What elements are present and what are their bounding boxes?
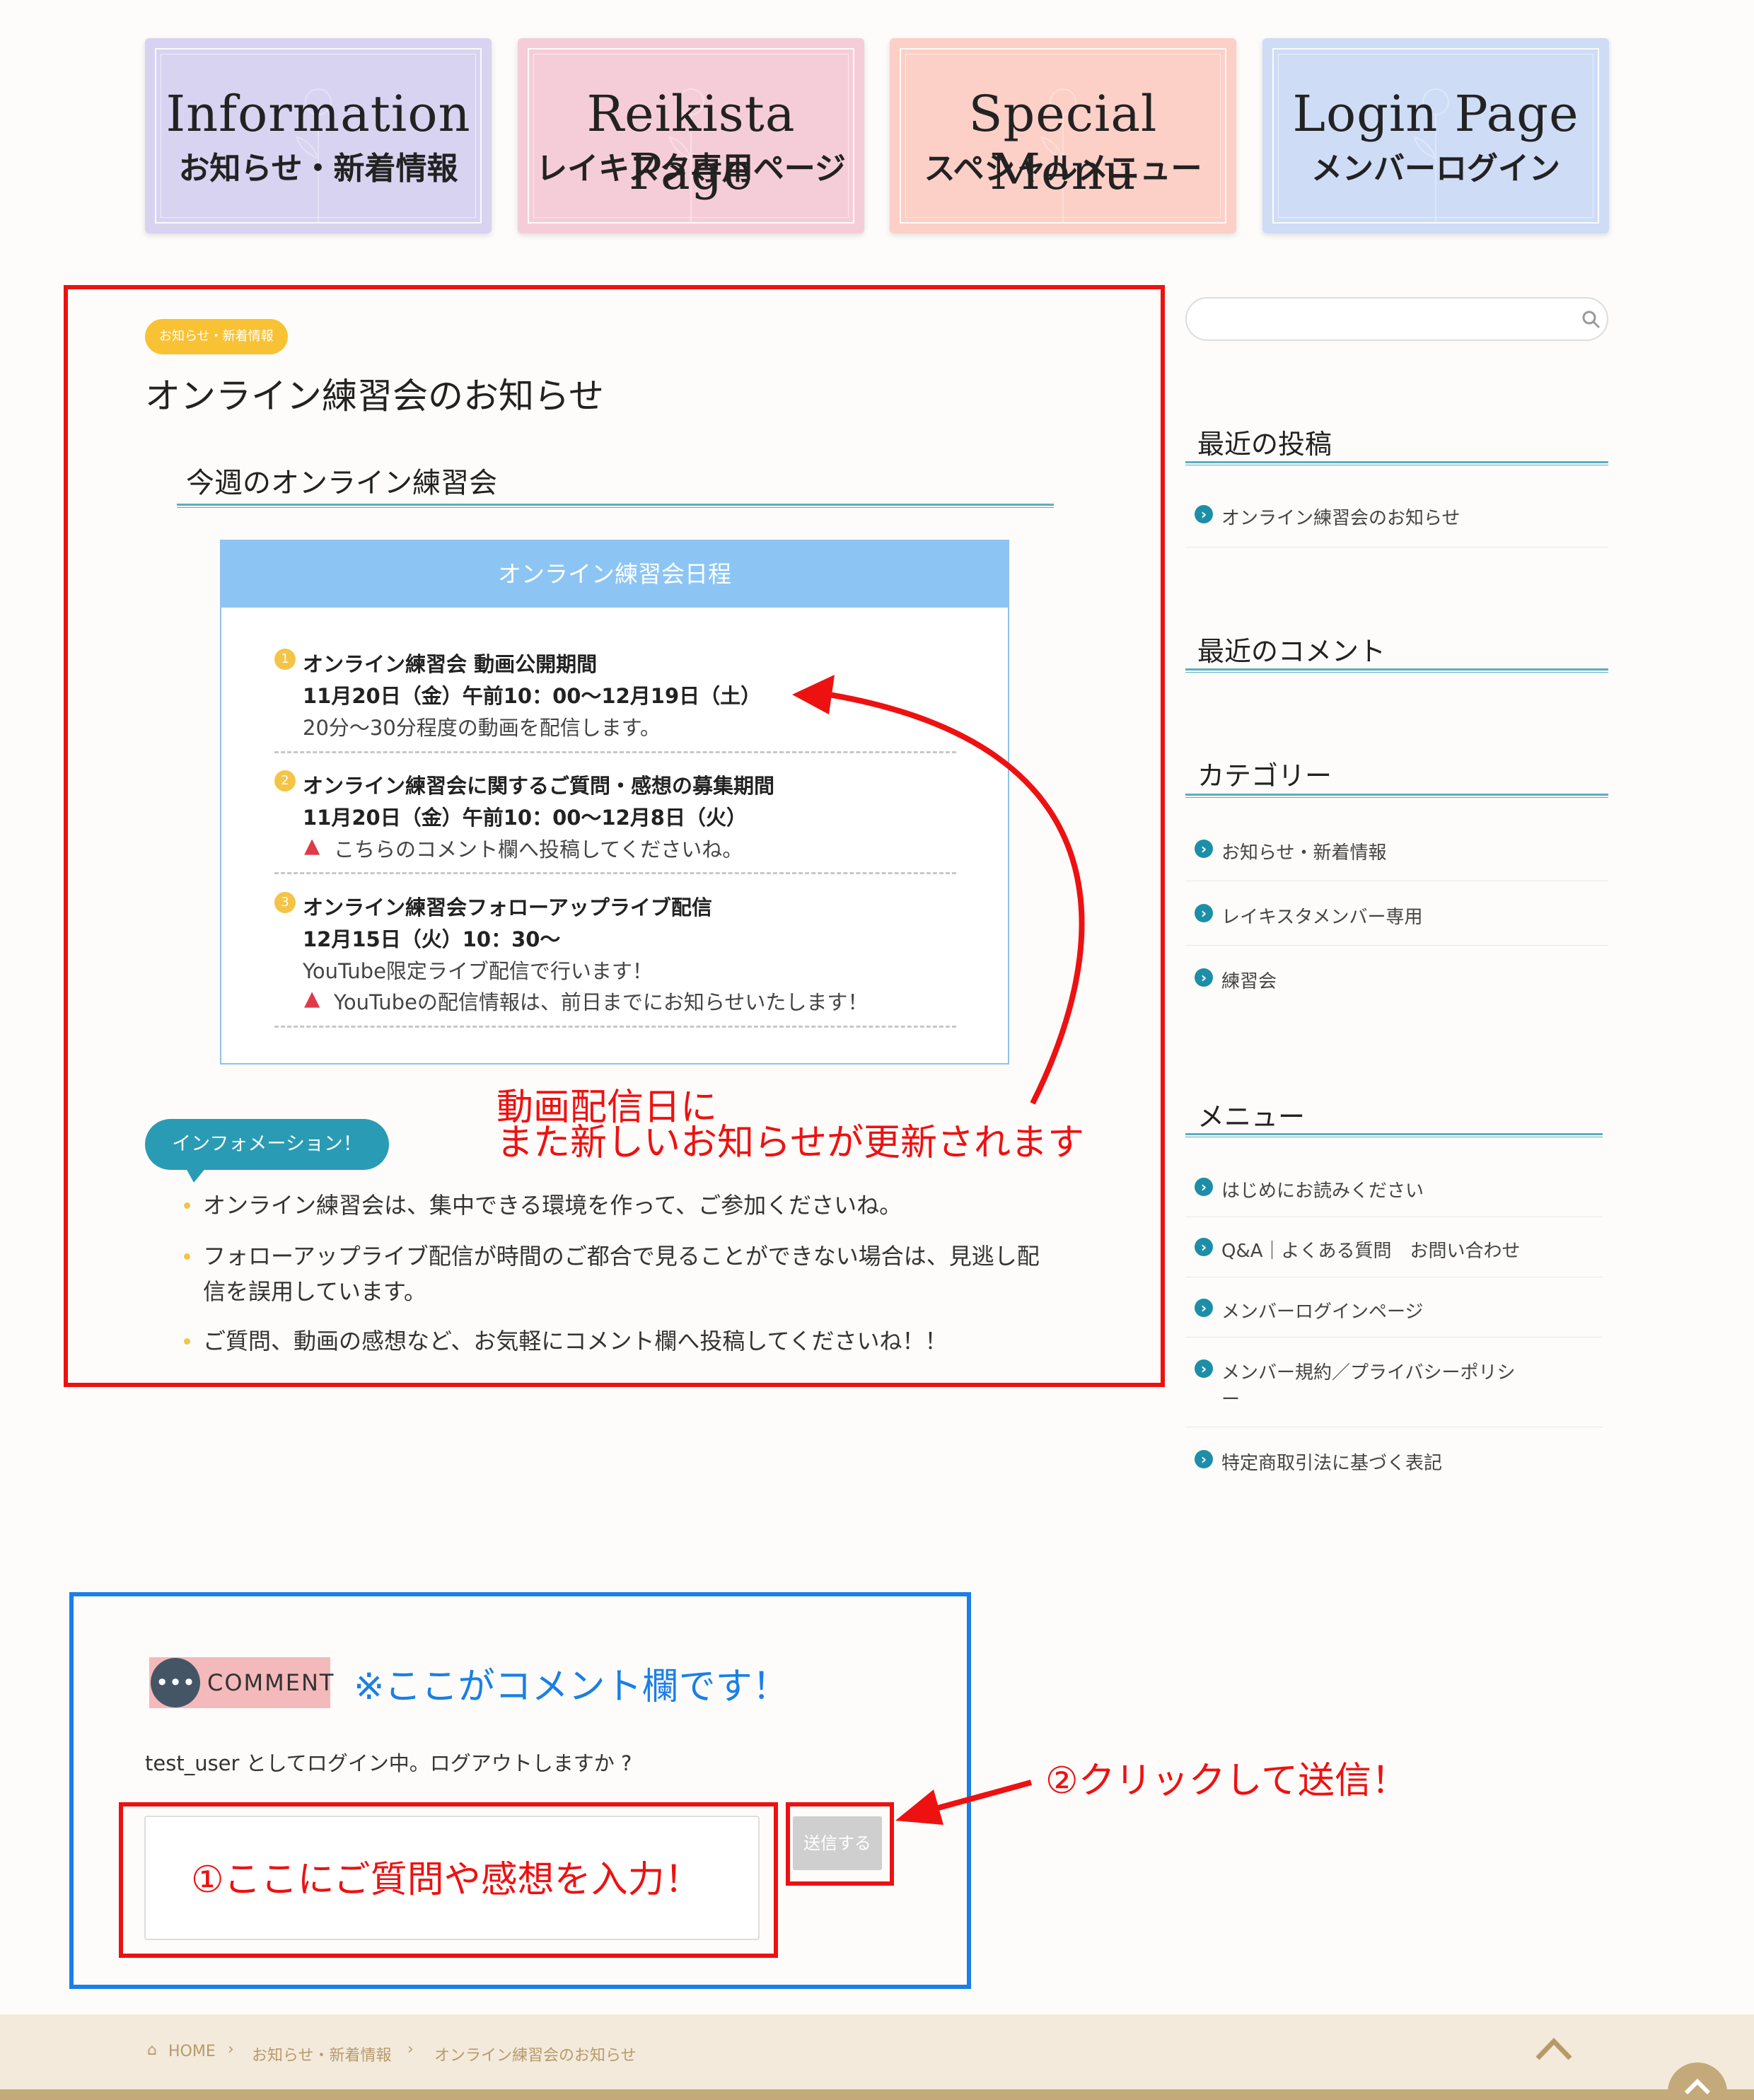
sidebar-item-menu[interactable]: メンバーログインページ	[1221, 1297, 1423, 1323]
schedule-item-title: オンライン練習会 動画公開期間	[303, 652, 598, 676]
heading-underline	[1185, 794, 1608, 798]
banner-title-ja: お知らせ・新着情報	[178, 151, 458, 187]
bullet-dot	[184, 1202, 190, 1209]
banner-title-ja: スペシャルメニュー	[924, 151, 1202, 187]
schedule-item-note: 20分〜30分程度の動画を配信します。	[303, 716, 661, 740]
recent-posts-heading: 最近の投稿	[1197, 429, 1332, 460]
schedule-title: オンライン練習会日程	[221, 541, 1008, 608]
chevron-right-icon: ›	[1195, 1238, 1213, 1256]
banner-reikista[interactable]: Reikista Page レイキスタ専用ページ	[518, 38, 864, 233]
step-number-2: 2	[274, 770, 296, 791]
chevron-right-icon: ›	[1195, 1450, 1213, 1468]
home-icon[interactable]: ⌂	[147, 2041, 157, 2059]
banner-login[interactable]: Login Page メンバーログイン	[1262, 38, 1609, 233]
schedule-item-title: オンライン練習会に関するご質問・感想の募集期間	[303, 774, 775, 798]
info-bullet-continued: 信を誤用しています。	[203, 1278, 426, 1305]
banner-title-ja: メンバーログイン	[1311, 151, 1560, 187]
chevron-right-icon: ›	[1195, 968, 1213, 987]
heading-underline	[1185, 461, 1608, 465]
chevron-right-icon: ›	[1195, 904, 1213, 922]
step-number-1: 1	[274, 649, 296, 670]
bullet-dot	[184, 1253, 190, 1260]
information-bubble: インフォメーション！	[145, 1119, 389, 1170]
divider	[1185, 945, 1608, 946]
schedule-item-title: オンライン練習会フォローアップライブ配信	[303, 895, 712, 920]
divider	[1185, 1337, 1603, 1338]
comment-label: COMMENT	[207, 1669, 335, 1696]
heading-underline	[1185, 1133, 1603, 1137]
login-status-text[interactable]: test_user としてログイン中。ログアウトしますか ?	[145, 1747, 632, 1777]
chevron-right-icon: ›	[1195, 1299, 1213, 1317]
annotation-text-line2: また新しいお知らせが更新されます	[496, 1122, 1084, 1164]
footer-bottom-bar	[0, 2089, 1754, 2100]
annotation-arrow	[895, 1780, 1033, 1825]
breadcrumb-separator: ›	[228, 2041, 234, 2058]
bullet-dot	[184, 1338, 190, 1345]
section-heading-underline	[177, 504, 1054, 508]
breadcrumb-current: オンライン練習会のお知らせ	[434, 2047, 637, 2065]
heading-underline	[1185, 668, 1608, 673]
speech-bubble-icon: •••	[151, 1658, 200, 1707]
chevron-right-icon: ›	[1195, 1359, 1213, 1378]
schedule-item-date: 11月20日（金）午前10：00〜12月19日（土）	[303, 684, 762, 708]
search-input[interactable]	[1185, 297, 1608, 341]
sidebar-item-category[interactable]: お知らせ・新着情報	[1221, 838, 1386, 864]
annotation-arrow	[792, 675, 1085, 1105]
sidebar-item-recent-post[interactable]: オンライン練習会のお知らせ	[1221, 504, 1460, 530]
sidebar-item-menu-continued[interactable]: ー	[1221, 1385, 1240, 1411]
info-bullet: フォローアップライブ配信が時間のご都合で見ることができない場合は、見逃し配	[203, 1243, 1040, 1270]
textarea-annotation: ①ここにご質問や感想を入力！	[191, 1859, 702, 1901]
menu-heading: メニュー	[1197, 1101, 1306, 1132]
sidebar-item-category[interactable]: 練習会	[1221, 967, 1277, 993]
chevron-right-icon: ›	[1195, 505, 1213, 523]
banner-title-en: Login Page	[1292, 85, 1579, 143]
schedule-item-note: YouTube限定ライブ配信で行います！	[303, 959, 653, 983]
send-button[interactable]: 送信する	[793, 1816, 882, 1870]
categories-heading: カテゴリー	[1197, 760, 1332, 791]
sidebar-item-category[interactable]: レイキスタメンバー専用	[1221, 903, 1422, 929]
banner-title-en: Information	[165, 85, 471, 143]
step-number-3: 3	[274, 892, 296, 913]
sidebar-item-menu[interactable]: 特定商取引法に基づく表記	[1221, 1449, 1442, 1475]
schedule-item-date: 12月15日（火）10：30〜	[303, 927, 561, 951]
banner-title-ja: レイキスタ専用ページ	[536, 151, 846, 187]
send-annotation: ②クリックして送信！	[1045, 1760, 1409, 1802]
sidebar-item-menu[interactable]: Q&A｜よくある質問 お問い合わせ	[1221, 1236, 1521, 1263]
banner-special-menu[interactable]: Special Menu スペシャルメニュー	[890, 38, 1236, 233]
warning-icon: ▲	[304, 986, 320, 1010]
post-title: オンライン練習会のお知らせ	[145, 376, 604, 417]
comment-annotation: ※ここがコメント欄です！	[354, 1666, 789, 1708]
info-bullet: ご質問、動画の感想など、お気軽にコメント欄へ投稿してくださいね！！	[203, 1328, 948, 1354]
chevron-up-icon[interactable]	[1535, 2037, 1573, 2061]
info-bullet: オンライン練習会は、集中できる環境を作って、ご参加くださいね。	[203, 1192, 902, 1219]
schedule-item-date: 11月20日（金）午前10：00〜12月8日（火）	[303, 806, 747, 830]
chevron-right-icon: ›	[1195, 840, 1213, 858]
banner-information[interactable]: Information お知らせ・新着情報	[145, 38, 492, 233]
breadcrumb-category[interactable]: お知らせ・新着情報	[252, 2043, 392, 2065]
chevron-up-icon	[1684, 2078, 1711, 2095]
bubble-tail	[185, 1167, 207, 1183]
section-heading: 今週のオンライン練習会	[186, 467, 497, 499]
sidebar-item-menu[interactable]: はじめにお読みください	[1221, 1176, 1424, 1202]
sidebar-item-menu[interactable]: メンバー規約／プライバシーポリシ	[1221, 1358, 1515, 1384]
breadcrumb-separator: ›	[407, 2041, 414, 2058]
schedule-item-warning: こちらのコメント欄へ投稿してくださいね。	[334, 837, 743, 862]
recent-comments-heading: 最近のコメント	[1197, 636, 1386, 667]
search-icon[interactable]	[1581, 310, 1601, 330]
warning-icon: ▲	[304, 833, 320, 857]
chevron-right-icon: ›	[1195, 1178, 1213, 1196]
category-tag[interactable]: お知らせ・新着情報	[145, 319, 288, 354]
breadcrumb-home[interactable]: HOME	[168, 2043, 216, 2060]
